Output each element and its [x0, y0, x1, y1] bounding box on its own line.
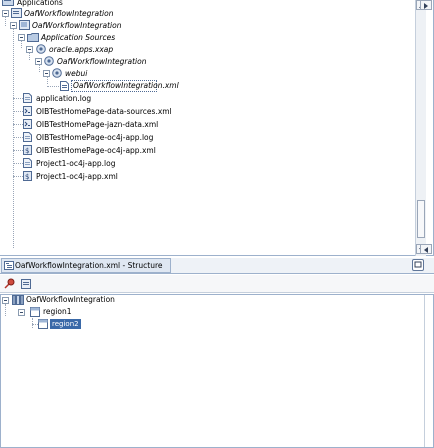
page-layout-icon — [12, 295, 24, 305]
tree-node-project1-xml[interactable]: Project1-oc4j-app.xml — [36, 171, 118, 182]
tree-connector — [13, 176, 23, 177]
collapse-toggle[interactable] — [2, 297, 9, 304]
folder-icon — [27, 32, 39, 42]
tree-connector — [13, 124, 23, 125]
tree-node-workspace[interactable]: OafWorkflowIntegration — [24, 8, 113, 19]
tree-node-jazn-data[interactable]: OIBTestHomePage-jazn-data.xml — [36, 119, 158, 130]
scroll-thumb[interactable] — [417, 200, 425, 238]
xml-config-icon — [23, 106, 32, 116]
structure-tree-pane — [0, 294, 434, 448]
structure-node-page[interactable]: OafWorkflowIntegration — [26, 294, 115, 305]
log-file-icon — [23, 158, 32, 168]
svg-text:$: $ — [25, 147, 29, 155]
log-file-icon — [23, 132, 32, 142]
collapse-toggle[interactable] — [26, 46, 33, 53]
structure-icon — [4, 261, 14, 270]
tree-node-selected-xml[interactable]: OafWorkflowIntegration.xml — [73, 80, 179, 91]
restore-pane-button[interactable] — [412, 259, 424, 271]
project-icon — [19, 20, 30, 30]
properties-icon[interactable] — [20, 278, 33, 290]
structure-tab-label: OafWorkflowIntegration.xml - Structure — [15, 261, 163, 270]
tree-node-application-log[interactable]: application.log — [36, 93, 91, 104]
tree-connector — [5, 304, 6, 316]
xml-file-icon — [60, 81, 69, 91]
tree-node-package-webui[interactable]: webui — [65, 68, 87, 79]
application-folder-icon — [2, 0, 14, 7]
collapse-toggle[interactable] — [18, 309, 25, 316]
region-icon — [30, 307, 40, 317]
tree-node-package-oafworkflow[interactable]: OafWorkflowIntegration — [57, 56, 146, 67]
tree-connector — [13, 111, 23, 112]
tree-node-package-xxap[interactable]: oracle.apps.xxap — [49, 44, 113, 55]
workspace-icon — [11, 8, 22, 18]
package-icon — [52, 68, 62, 78]
tree-node-data-sources[interactable]: OIBTestHomePage-data-sources.xml — [36, 106, 172, 117]
log-file-icon — [23, 93, 32, 103]
xml-config-icon — [23, 119, 32, 129]
tree-connector — [13, 98, 23, 99]
arrow-left-icon — [424, 247, 428, 253]
region-icon — [38, 319, 48, 329]
tree-connector — [13, 163, 23, 164]
tree-connector — [47, 86, 59, 87]
xml-bin-icon: $ — [23, 171, 32, 181]
collapse-toggle[interactable] — [10, 22, 17, 29]
collapse-toggle[interactable] — [18, 34, 25, 41]
tree-node-applications[interactable]: Applications — [17, 0, 63, 8]
xml-bin-icon: $ — [23, 145, 32, 155]
restore-icon — [414, 261, 422, 268]
collapse-toggle[interactable] — [2, 10, 9, 17]
navigator-vertical-scrollbar[interactable] — [415, 0, 426, 256]
package-icon — [36, 44, 46, 54]
tree-connector — [32, 318, 33, 328]
tree-connector — [13, 137, 23, 138]
tree-node-application-sources[interactable]: Application Sources — [41, 32, 115, 43]
svg-text:$: $ — [25, 173, 29, 181]
structure-tab[interactable]: OafWorkflowIntegration.xml - Structure — [1, 258, 171, 273]
pin-icon[interactable] — [3, 278, 16, 290]
package-icon — [44, 56, 54, 66]
structure-tree-scrollbar[interactable] — [424, 295, 433, 447]
structure-node-region1[interactable]: region1 — [43, 306, 72, 317]
structure-node-region2[interactable]: region2 — [50, 319, 81, 329]
structure-toolbar — [0, 275, 434, 293]
tree-node-oc4j-app-log[interactable]: OIBTestHomePage-oc4j-app.log — [36, 132, 153, 143]
collapse-toggle[interactable] — [35, 58, 42, 65]
tree-connector — [13, 150, 23, 151]
tree-node-oc4j-app-xml[interactable]: OIBTestHomePage-oc4j-app.xml — [36, 145, 156, 156]
arrow-right-icon — [424, 3, 428, 9]
scroll-right-corner[interactable] — [420, 0, 432, 10]
tree-node-project1-log[interactable]: Project1-oc4j-app.log — [36, 158, 116, 169]
tree-node-project[interactable]: OafWorkflowIntegration — [32, 20, 121, 31]
collapse-toggle[interactable] — [43, 70, 50, 77]
scroll-left-button[interactable] — [420, 244, 432, 254]
